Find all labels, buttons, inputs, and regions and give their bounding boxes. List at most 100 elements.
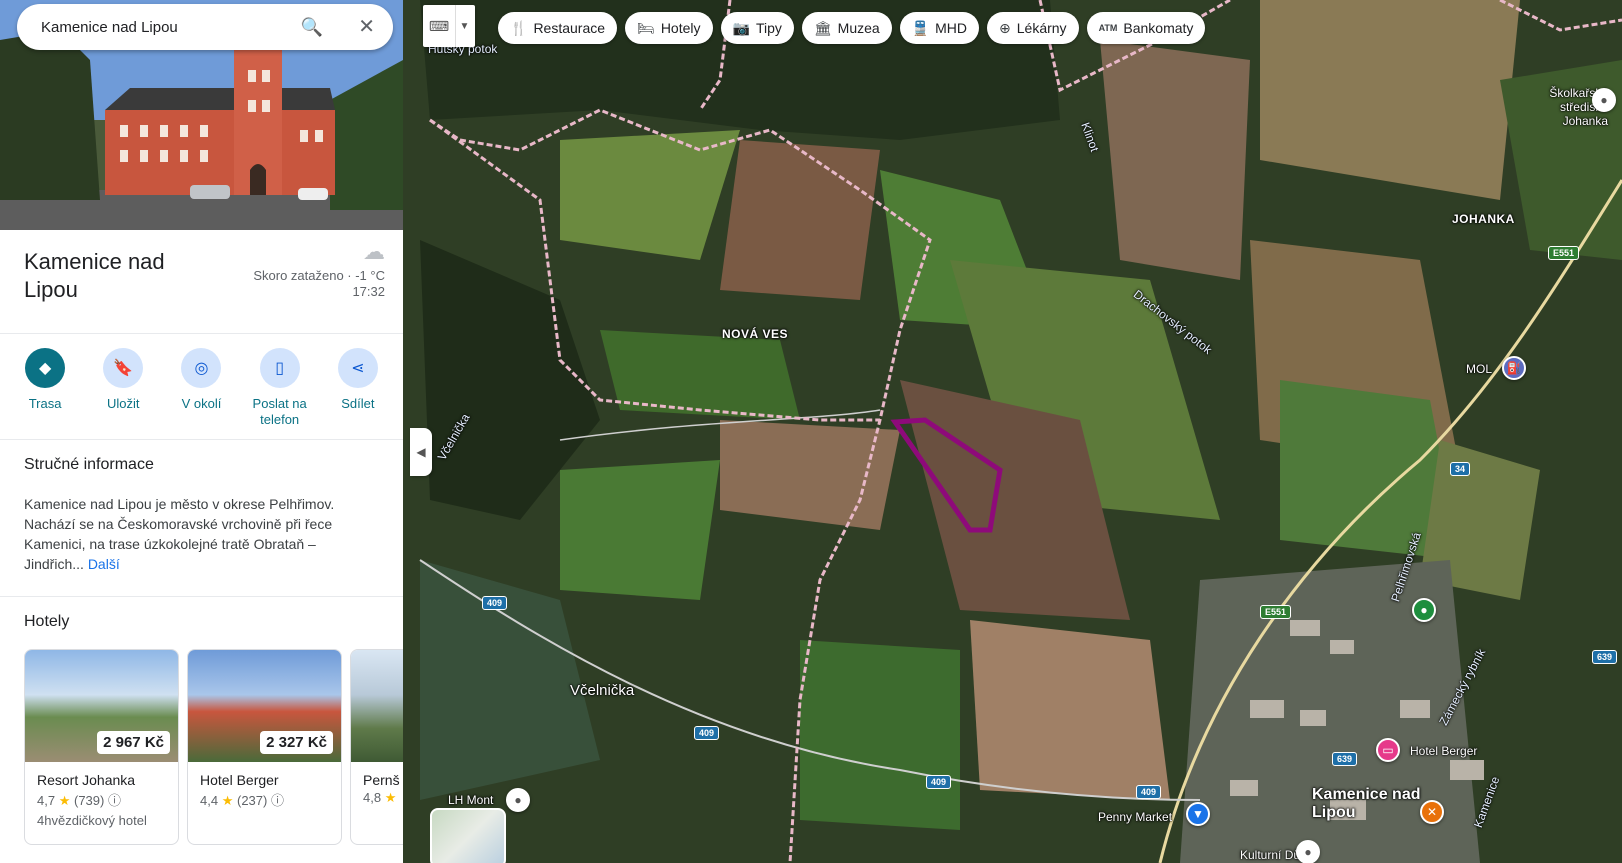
- hotels-heading: Hotely: [24, 613, 70, 630]
- rating-value: 4,4: [200, 793, 219, 808]
- search-input[interactable]: [41, 18, 291, 36]
- summary-heading: Stručné informace: [24, 456, 154, 473]
- action-label: Uložit: [107, 396, 140, 411]
- museum-icon: 🏛: [813, 19, 832, 36]
- road-shield-409: 409: [926, 775, 952, 789]
- weather-condition: Skoro zataženo · -1 °C: [253, 268, 385, 283]
- chip-label: Tipy: [755, 20, 782, 36]
- hotel-class: [188, 809, 341, 817]
- send-to-phone-button[interactable]: ▯ Poslat na telefon: [245, 348, 315, 429]
- map-label-penny-market[interactable]: Penny Market: [1098, 810, 1172, 824]
- camera-icon: 📷: [732, 19, 750, 36]
- restaurant-pin-icon[interactable]: ✕: [1420, 800, 1444, 824]
- map-label-vcelnicka[interactable]: Včelnička: [570, 682, 634, 699]
- chip-label: Bankomaty: [1123, 20, 1194, 36]
- hotel-name: Hotel Berger: [200, 772, 279, 788]
- hotel-card[interactable]: Pernš 4,8 ★: [350, 649, 403, 845]
- info-icon[interactable]: ⓘ: [108, 793, 121, 808]
- chevron-left-icon: ◀: [416, 445, 426, 459]
- road-shield-409: 409: [1136, 785, 1162, 799]
- hotel-rating: 4,7 ★ (739) ⓘ: [25, 790, 178, 809]
- star-icon: ★: [58, 793, 71, 808]
- map-label-lh-mont[interactable]: LH Mont: [448, 793, 493, 807]
- chip-label: Muzea: [837, 20, 880, 36]
- action-buttons: ◆ Trasa 🔖 Uložit ◎ V okolí ▯ Poslat na t…: [0, 334, 403, 440]
- weather-time: 17:32: [352, 284, 385, 299]
- map-label-johanka[interactable]: JOHANKA: [1452, 212, 1515, 226]
- summary-text: Kamenice nad Lipou je město v okrese Pel…: [24, 494, 379, 574]
- keyboard-icon[interactable]: ⌨: [423, 18, 455, 35]
- road-shield-34: 34: [1450, 462, 1471, 476]
- category-chips: 🍴 Restaurace 🛏 Hotely 📷 Tipy 🏛 Muzea 🚆 MHD ⊕ L…: [498, 12, 1206, 44]
- layers-minimap-button[interactable]: [430, 808, 506, 863]
- hotel-rating: 4,4 ★ (237) ⓘ: [188, 790, 341, 809]
- poi-pin-icon[interactable]: ●: [1296, 840, 1320, 863]
- road-shield-639: 639: [1332, 752, 1358, 766]
- poi-pin-icon[interactable]: ●: [506, 788, 530, 812]
- chip-tipy[interactable]: 📷 Tipy: [720, 12, 794, 44]
- hotels-section: Hotely 2 967 Kč Resort Johanka 4,7 ★ (73…: [0, 597, 403, 845]
- chip-label: MHD: [935, 20, 968, 36]
- hotel-carousel: 2 967 Kč Resort Johanka 4,7 ★ (739) ⓘ 4h…: [24, 649, 403, 845]
- chip-hotely[interactable]: 🛏 Hotely: [625, 12, 713, 44]
- place-title: Kamenice nad Lipou: [24, 249, 165, 302]
- keyboard-shortcuts-toggle[interactable]: ⌨ ▼: [423, 5, 475, 47]
- hotel-icon: 🛏: [637, 19, 655, 36]
- cloud-icon: ☁: [363, 239, 385, 264]
- gas-station-icon[interactable]: ⛽: [1502, 356, 1526, 380]
- summary-body: Kamenice nad Lipou je město v okrese Pel…: [24, 496, 335, 572]
- hotel-card[interactable]: 2 327 Kč Hotel Berger 4,4 ★ (237) ⓘ: [187, 649, 342, 845]
- star-icon: ★: [384, 790, 397, 805]
- star-icon: ★: [221, 793, 234, 808]
- place-header: Kamenice nad Lipou ☁ Skoro zataženo · -1…: [0, 230, 403, 334]
- action-label: Poslat na telefon: [252, 396, 307, 427]
- hotel-class: 4hvězdičkový hotel: [37, 813, 147, 828]
- chip-restaurace[interactable]: 🍴 Restaurace: [498, 12, 618, 44]
- poi-pin-icon[interactable]: ●: [1592, 88, 1616, 112]
- map-label-mol[interactable]: MOL: [1466, 362, 1492, 376]
- hotel-pin-icon[interactable]: ▭: [1376, 738, 1400, 762]
- poi-pin-icon[interactable]: ●: [1412, 598, 1436, 622]
- save-button[interactable]: 🔖 Uložit: [88, 348, 158, 429]
- info-icon[interactable]: ⓘ: [271, 793, 284, 808]
- chevron-down-icon[interactable]: ▼: [455, 5, 473, 47]
- phone-icon: ▯: [259, 348, 300, 388]
- chip-muzea[interactable]: 🏛 Muzea: [801, 12, 892, 44]
- directions-button[interactable]: ◆ Trasa: [10, 348, 80, 429]
- collapse-panel-button[interactable]: ◀: [410, 428, 432, 476]
- hotel-card[interactable]: 2 967 Kč Resort Johanka 4,7 ★ (739) ⓘ 4h…: [24, 649, 179, 845]
- share-icon: ⋖: [337, 348, 378, 388]
- app-root: Hutský potok Klinot Školkařské středisko…: [0, 0, 1622, 863]
- chip-lekarny[interactable]: ⊕ Lékárny: [987, 12, 1079, 44]
- nearby-icon: ◎: [181, 348, 222, 388]
- road-shield-409: 409: [694, 726, 720, 740]
- hotel-name: Pernš: [363, 772, 400, 788]
- search-icon[interactable]: 🔍: [301, 17, 323, 38]
- rating-value: 4,8: [363, 790, 382, 805]
- close-icon[interactable]: ✕: [358, 14, 375, 39]
- map-label-nova-ves[interactable]: NOVÁ VES: [722, 327, 788, 341]
- hotel-photo: 2 327 Kč: [188, 650, 341, 762]
- chip-label: Hotely: [660, 20, 701, 36]
- nearby-button[interactable]: ◎ V okolí: [166, 348, 236, 429]
- more-link[interactable]: Další: [88, 556, 120, 572]
- hotel-photo: [351, 650, 403, 762]
- action-label: Sdílet: [341, 396, 375, 411]
- chip-label: Restaurace: [533, 20, 606, 36]
- share-button[interactable]: ⋖ Sdílet: [323, 348, 393, 429]
- road-shield-e551: E551: [1260, 605, 1292, 619]
- action-label: Trasa: [28, 396, 62, 411]
- hotel-name: Resort Johanka: [37, 772, 136, 788]
- review-count: (237): [236, 793, 268, 808]
- search-box[interactable]: 🔍 ✕: [17, 4, 393, 50]
- place-hero-photo[interactable]: 🔍 ✕: [0, 0, 403, 230]
- review-count: (739): [73, 793, 105, 808]
- chip-bankomaty[interactable]: ATM Bankomaty: [1086, 12, 1206, 44]
- chip-mhd[interactable]: 🚆 MHD: [899, 12, 980, 44]
- weather-widget: ☁ Skoro zataženo · -1 °C 17:32: [245, 239, 385, 300]
- transit-icon: 🚆: [911, 19, 930, 36]
- map-label-kamenice-town[interactable]: Kamenice nad Lipou: [1312, 786, 1422, 822]
- hotel-price: 2 327 Kč: [260, 731, 333, 754]
- shopping-cart-icon[interactable]: ▼: [1186, 802, 1210, 826]
- map-label-hotel-berger[interactable]: Hotel Berger: [1410, 744, 1477, 758]
